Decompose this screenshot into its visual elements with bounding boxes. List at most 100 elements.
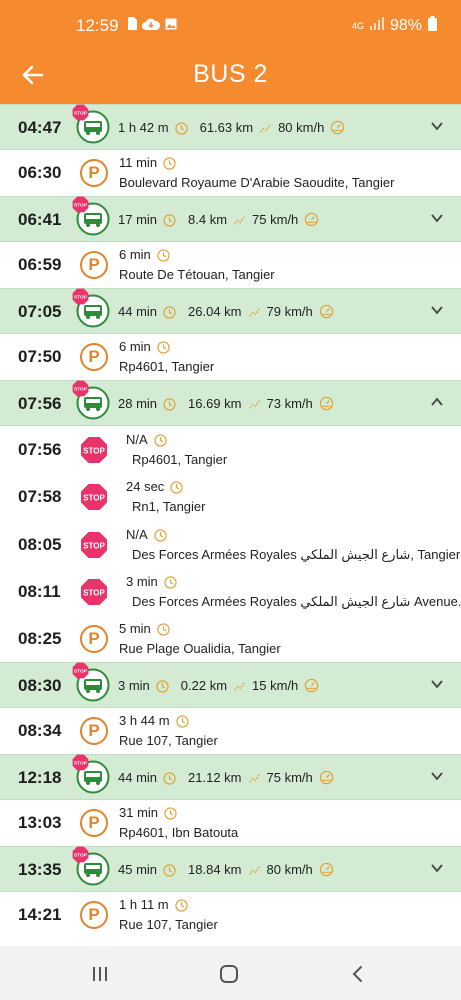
- row-time: 07:56: [18, 394, 62, 413]
- parking-row[interactable]: 08:34 P 3 h 44 m Rue 107, Tangier: [0, 708, 461, 754]
- cloud-icon: [142, 17, 161, 35]
- signal-icon: [369, 17, 384, 35]
- trip-speed: 73 km/h: [266, 395, 313, 411]
- parking-row[interactable]: 06:30 P 11 min Boulevard Royaume D'Arabie S…: [0, 150, 461, 196]
- stop-sign-icon: STOP: [80, 483, 108, 511]
- row-time: 06:41: [18, 210, 62, 229]
- parking-icon: P: [80, 159, 108, 187]
- speedometer-icon: [304, 677, 319, 693]
- parking-row[interactable]: 06:59 P 6 min Route De Tétouan, Tangier: [0, 242, 461, 288]
- parking-row[interactable]: 08:25 P 5 min Rue Plage Oualidia, Tangier: [0, 616, 461, 662]
- svg-text:STOP: STOP: [74, 853, 88, 859]
- row-time: 04:47: [18, 118, 62, 137]
- stop-badge-icon: STOP: [72, 288, 89, 305]
- row-time: 08:05: [18, 534, 62, 554]
- bus-icon: STOP: [72, 104, 110, 144]
- clock-icon: [156, 678, 169, 693]
- travel-row[interactable]: 07:56 STOP 28 min 16.69 km 73 km/h: [0, 380, 461, 426]
- travel-row[interactable]: 08:30 STOP 3 min 0.22 km 15 km/h: [0, 662, 461, 708]
- row-time: 13:35: [18, 860, 62, 879]
- stop-duration: 6 min: [119, 247, 151, 263]
- home-icon[interactable]: [219, 964, 239, 984]
- stop-sign-icon: STOP: [80, 436, 108, 464]
- travel-row[interactable]: 13:35 STOP 45 min 18.84 km 80 km/h: [0, 846, 461, 892]
- travel-row[interactable]: 04:47 STOP 1 h 42 m 61.63 km 80 km/h: [0, 104, 461, 150]
- trip-speed: 79 km/h: [266, 303, 313, 319]
- sim-icon: [127, 17, 137, 35]
- stop-address: Rue 107, Tangier: [119, 733, 218, 748]
- route-icon: [233, 678, 246, 693]
- battery-text: 98%: [389, 17, 422, 34]
- stop-address: Des Forces Armées Royales شارع الجيش الم…: [132, 546, 461, 562]
- svg-text:STOP: STOP: [74, 761, 88, 767]
- svg-text:STOP: STOP: [74, 387, 88, 393]
- trip-distance: 18.84 km: [188, 861, 242, 877]
- trip-duration: 45 min: [118, 861, 158, 877]
- stop-duration: 5 min: [119, 621, 151, 637]
- recent-apps-icon[interactable]: [90, 964, 110, 984]
- bus-icon: STOP: [72, 288, 110, 328]
- clock-icon: [163, 862, 176, 877]
- parking-row[interactable]: 13:03 P 31 min Rp4601, Ibn Batouta: [0, 800, 461, 846]
- trip-distance: 16.69 km: [188, 395, 242, 411]
- clock-icon: [151, 339, 170, 354]
- stop-duration: 1 h 11 m: [119, 897, 169, 913]
- row-time: 08:30: [18, 676, 62, 695]
- parking-row[interactable]: 07:50 P 6 min Rp4601, Tangier: [0, 334, 461, 380]
- parking-row[interactable]: 14:21 P 1 h 11 m Rue 107, Tangier: [0, 892, 461, 938]
- stop-address: Rue Plage Oualidia, Tangier: [119, 641, 281, 656]
- stop-row[interactable]: 07:56 STOP N/A Rp4601, Tangier: [0, 426, 461, 474]
- stop-badge-icon: STOP: [72, 380, 89, 397]
- row-time: 14:21: [18, 905, 62, 924]
- clock-icon: [163, 304, 176, 319]
- row-time: 07:05: [18, 302, 62, 321]
- clock-icon: [174, 120, 188, 135]
- trip-duration: 17 min: [118, 211, 158, 227]
- trip-distance: 26.04 km: [188, 303, 242, 319]
- svg-text:STOP: STOP: [74, 295, 88, 301]
- trip-list[interactable]: 04:47 STOP 1 h 42 m 61.63 km 80 km/h 06:30 P 11…: [0, 104, 461, 946]
- back-nav-icon[interactable]: [348, 964, 368, 984]
- stop-duration: 3 h 44 m: [119, 713, 170, 729]
- speedometer-icon: [319, 861, 334, 877]
- speedometer-icon: [330, 119, 345, 135]
- stop-row[interactable]: 08:05 STOP N/A Des Forces Armées Royales شا…: [0, 521, 461, 569]
- travel-row[interactable]: 07:05 STOP 44 min 26.04 km 79 km/h: [0, 288, 461, 334]
- chevron-up-icon[interactable]: [429, 394, 445, 410]
- stop-row[interactable]: 08:11 STOP 3 min Des Forces Armées Royales …: [0, 568, 461, 616]
- clock-icon: [163, 212, 176, 227]
- stop-sign-icon: STOP: [80, 531, 108, 559]
- row-time: 07:56: [18, 439, 62, 459]
- parking-icon: P: [80, 343, 108, 371]
- chevron-down-icon[interactable]: [429, 210, 445, 226]
- trip-speed: 15 km/h: [252, 677, 299, 693]
- svg-text:STOP: STOP: [83, 494, 105, 503]
- travel-row[interactable]: 06:41 STOP 17 min 8.4 km 75 km/h: [0, 196, 461, 242]
- route-icon: [248, 396, 261, 411]
- trip-distance: 21.12 km: [188, 769, 242, 785]
- svg-text:STOP: STOP: [74, 203, 88, 209]
- clock-icon: [157, 155, 176, 170]
- speedometer-icon: [319, 769, 334, 785]
- chevron-down-icon[interactable]: [429, 860, 445, 876]
- stop-row[interactable]: 07:58 STOP 24 sec Rn1, Tangier: [0, 473, 461, 521]
- chevron-down-icon[interactable]: [429, 302, 445, 318]
- chevron-down-icon[interactable]: [429, 118, 445, 134]
- route-icon: [233, 212, 246, 227]
- trip-speed: 75 km/h: [266, 769, 313, 785]
- clock-icon: [163, 396, 176, 411]
- trip-duration: 28 min: [118, 395, 158, 411]
- parking-icon: P: [80, 717, 108, 745]
- stop-badge-icon: STOP: [72, 104, 89, 121]
- stop-address: Rp4601, Ibn Batouta: [119, 825, 239, 840]
- route-icon: [248, 770, 261, 785]
- travel-row[interactable]: 12:18 STOP 44 min 21.12 km 75 km/h: [0, 754, 461, 800]
- stop-badge-icon: STOP: [72, 662, 89, 679]
- clock-icon: [170, 713, 189, 728]
- chevron-down-icon[interactable]: [429, 676, 445, 692]
- clock-icon: [151, 621, 170, 636]
- trip-duration: 1 h 42 m: [118, 119, 169, 135]
- trip-duration: 44 min: [118, 303, 158, 319]
- row-time: 08:25: [18, 629, 62, 648]
- chevron-down-icon[interactable]: [429, 768, 445, 784]
